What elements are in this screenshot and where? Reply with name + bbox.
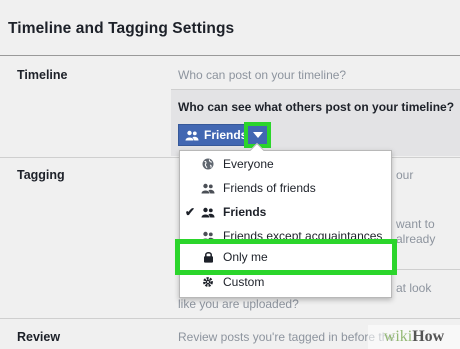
menu-item-custom[interactable]: Custom	[180, 271, 391, 293]
gear-icon	[200, 276, 216, 288]
watermark-how: How	[412, 328, 445, 345]
tagging-partial-text: our	[396, 168, 414, 182]
review-setting-text[interactable]: Review posts you're tagged in before the	[178, 330, 395, 344]
who-can-post-setting[interactable]: Who can post on your timeline?	[178, 68, 346, 82]
lock-icon	[200, 251, 216, 263]
audience-selector-label: Friends	[204, 128, 246, 142]
friends-icon	[200, 207, 216, 218]
timeline-section-label: Timeline	[17, 68, 68, 82]
watermark-wiki: wiki	[383, 328, 413, 345]
divider	[392, 269, 460, 270]
page-title: Timeline and Tagging Settings	[8, 20, 235, 37]
wikihow-watermark: wiki How	[368, 325, 460, 349]
chevron-down-icon	[252, 132, 263, 138]
menu-item-label: Only me	[223, 250, 268, 264]
tagging-partial-text: at look	[396, 281, 432, 295]
divider	[0, 318, 460, 319]
checkmark-icon: ✔	[184, 205, 196, 219]
menu-item-label: Friends of friends	[223, 181, 316, 195]
menu-item-friends[interactable]: ✔ Friends	[180, 201, 391, 223]
menu-item-label: Everyone	[223, 157, 274, 171]
review-section-label: Review	[17, 330, 61, 344]
menu-item-everyone[interactable]: Everyone	[180, 153, 391, 175]
friends-icon	[185, 130, 199, 141]
tagging-partial-text: already	[396, 232, 436, 246]
friends-icon	[200, 183, 216, 194]
tagging-partial-text: want to	[396, 217, 435, 231]
globe-icon	[200, 158, 216, 170]
menu-item-label: Friends	[223, 205, 267, 219]
who-can-see-question: Who can see what others post on your tim…	[178, 100, 455, 114]
tagging-section-label: Tagging	[17, 168, 65, 182]
audience-selector-button[interactable]: Friends	[178, 124, 246, 146]
menu-item-friends-of-friends[interactable]: Friends of friends	[180, 177, 391, 199]
divider	[0, 55, 460, 56]
menu-item-only-me[interactable]: Only me	[175, 239, 397, 275]
menu-item-label: Custom	[223, 275, 265, 289]
like-uploaded-text: like you are uploaded?	[178, 297, 299, 311]
